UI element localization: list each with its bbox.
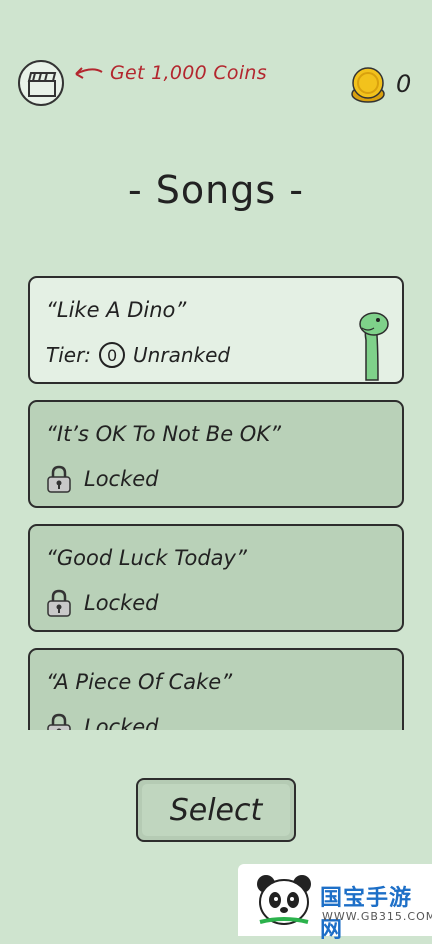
- tier-label: Tier:: [46, 343, 92, 367]
- locked-label: Locked: [84, 591, 159, 615]
- curved-arrow-icon: [75, 67, 103, 79]
- lock-icon: [47, 589, 71, 617]
- song-title: “Good Luck Today”: [46, 546, 247, 570]
- rank-label: Unranked: [133, 343, 231, 367]
- locked-label: Locked: [84, 715, 159, 730]
- tier-row: Tier: 0 Unranked: [46, 340, 230, 370]
- panda-logo-icon: [257, 875, 311, 925]
- song-card-good-luck-today[interactable]: “Good Luck Today” Locked: [28, 524, 404, 632]
- watermark-url: WWW.GB315.COM: [322, 910, 432, 923]
- tier-badge: 0: [99, 342, 126, 368]
- locked-row: Locked: [46, 588, 159, 618]
- site-watermark: 国宝手游网 WWW.GB315.COM: [238, 864, 432, 943]
- locked-row: Locked: [46, 712, 159, 730]
- song-list[interactable]: “Like A Dino” Tier: 0 Unranked “It’s OK …: [0, 262, 432, 730]
- song-card-a-piece-of-cake[interactable]: “A Piece Of Cake” Locked: [28, 648, 404, 730]
- lock-icon: [47, 465, 71, 493]
- song-title: “Like A Dino”: [46, 298, 187, 322]
- song-title: “It’s OK To Not Be OK”: [46, 422, 281, 446]
- reward-text[interactable]: Get 1,000 Coins: [110, 62, 267, 84]
- select-button-label: Select: [169, 792, 263, 828]
- coin-count: 0: [396, 70, 412, 98]
- locked-label: Locked: [84, 467, 159, 491]
- top-bar: Get 1,000 Coins 0: [0, 0, 432, 120]
- clapperboard-icon: [27, 72, 57, 97]
- select-button[interactable]: Select: [136, 778, 296, 842]
- page-title: - Songs -: [128, 168, 304, 212]
- song-card-its-ok[interactable]: “It’s OK To Not Be OK” Locked: [28, 400, 404, 508]
- song-title: “A Piece Of Cake”: [46, 670, 233, 694]
- watch-ad-button[interactable]: [18, 60, 64, 106]
- dino-icon: [359, 312, 389, 381]
- song-card-like-a-dino[interactable]: “Like A Dino” Tier: 0 Unranked: [28, 276, 404, 384]
- locked-row: Locked: [46, 464, 159, 494]
- coin-stack-icon: [351, 67, 385, 103]
- lock-icon: [47, 713, 71, 730]
